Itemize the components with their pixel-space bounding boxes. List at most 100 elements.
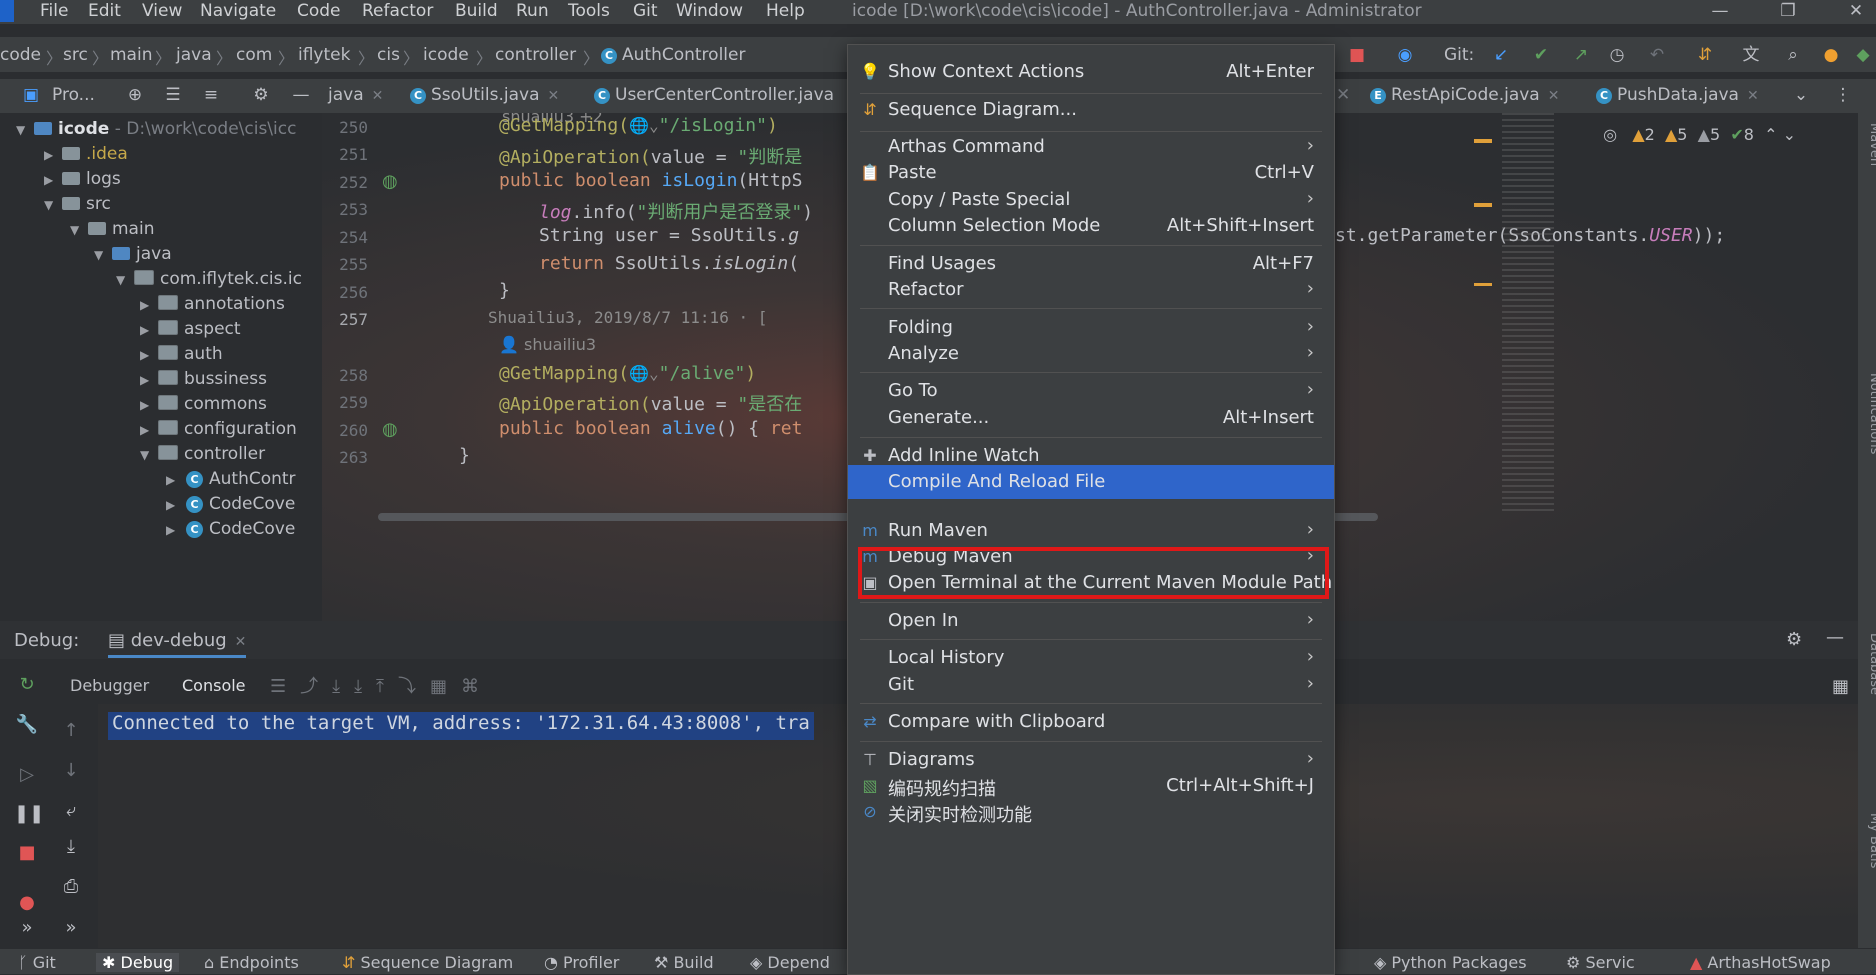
menu-item-open-in[interactable]: Open In › <box>848 606 1334 637</box>
marker-icon[interactable] <box>1474 283 1492 286</box>
debug-step-toolbar[interactable]: ☰⤴⤓⤓⤒⤵▦⌘ <box>270 672 493 698</box>
debug-session-tab[interactable]: ▤ dev-debug ✕ <box>108 630 247 658</box>
collapse-all-icon[interactable]: ≡ <box>200 85 222 107</box>
more-icon[interactable]: » <box>58 915 84 941</box>
endpoint-gutter-icon[interactable]: ◍ <box>382 171 398 192</box>
minimize-icon[interactable]: — <box>1700 0 1740 24</box>
settings-icon[interactable]: ⚙ <box>1786 629 1802 650</box>
rerun-icon[interactable]: ↻ <box>14 672 40 698</box>
print-icon[interactable]: ⎙ <box>58 874 84 900</box>
menu-code[interactable]: Code <box>297 0 341 24</box>
chevron-down-icon[interactable]: ▼ <box>94 248 108 262</box>
tab-debugger[interactable]: Debugger <box>70 676 149 695</box>
menu-tools[interactable]: Tools <box>568 0 610 24</box>
inspection-widget[interactable]: ◎ ▲2 ▲5 ▲5 ✔8 ⌃ ⌄ <box>1603 125 1796 144</box>
chevron-right-icon[interactable]: ▶ <box>166 473 180 487</box>
git-commit-icon[interactable]: ✔ <box>1530 45 1552 67</box>
git-update-icon[interactable]: ↙ <box>1490 45 1512 67</box>
tree-item[interactable]: ▼ icode - D:\work\code\cis\icc <box>16 119 296 145</box>
translate-icon[interactable]: 文 <box>1740 45 1762 67</box>
menu-git[interactable]: Git <box>633 0 658 24</box>
rollback-icon[interactable]: ↶ <box>1646 45 1668 67</box>
menu-item-disable-realtime-check[interactable]: ⊘ 关闭实时检测功能 <box>848 797 1334 828</box>
tool-endpoints[interactable]: ⌂ Endpoints <box>204 953 299 972</box>
chevron-right-icon[interactable]: ▶ <box>140 348 154 362</box>
scroll-end-icon[interactable]: ⤓ <box>58 834 84 860</box>
chevron-right-icon[interactable]: ▶ <box>140 298 154 312</box>
tool-debug[interactable]: ✱ Debug <box>96 953 180 972</box>
menu-item-analyze[interactable]: Analyze › <box>848 339 1334 370</box>
chevron-right-icon[interactable]: ▶ <box>140 373 154 387</box>
menu-window[interactable]: Window <box>676 0 743 24</box>
tree-item[interactable]: ▼ com.iflytek.cis.ic <box>116 269 302 295</box>
tree-item[interactable]: ▶ aspect <box>140 319 241 345</box>
more-icon[interactable]: » <box>14 915 40 941</box>
tree-item[interactable]: ▶ commons <box>140 394 267 420</box>
hide-panel-icon[interactable]: — <box>1826 627 1844 648</box>
tree-item[interactable]: ▶ C CodeCove <box>166 519 295 545</box>
plugin-icon[interactable]: ◆ <box>1852 45 1874 67</box>
menu-item-compile-and-reload-file[interactable]: Compile And Reload File <box>848 465 1334 499</box>
chevron-down-icon[interactable]: ⌄ <box>1783 125 1796 144</box>
breadcrumb-java[interactable]: java <box>176 45 212 65</box>
tree-item[interactable]: ▶ annotations <box>140 294 285 320</box>
sequence-diagram-icon[interactable]: ⇵ <box>1694 45 1716 67</box>
breadcrumb-controller[interactable]: controller <box>495 45 576 65</box>
menu-item-git[interactable]: Git › <box>848 670 1334 701</box>
breadcrumb-iflytek[interactable]: iflytek <box>298 45 350 65</box>
breadcrumb-icode[interactable]: icode <box>423 45 469 65</box>
tree-item[interactable]: ▶ C CodeCove <box>166 494 295 520</box>
search-icon[interactable]: ⌕ <box>1782 45 1804 67</box>
menu-item-refactor[interactable]: Refactor › <box>848 275 1334 306</box>
chevron-down-icon[interactable]: ▼ <box>140 448 154 462</box>
menu-refactor[interactable]: Refactor <box>362 0 433 24</box>
marker-icon[interactable] <box>1474 203 1492 207</box>
tool-build[interactable]: ⚒ Build <box>654 953 714 972</box>
editor-tab[interactable]: C PushData.java ✕ <box>1596 85 1759 105</box>
soft-wrap-icon[interactable]: ⤶ <box>58 798 84 824</box>
tree-item[interactable]: ▼ src <box>44 194 111 220</box>
tree-item[interactable]: ▶ bussiness <box>140 369 267 395</box>
chevron-right-icon[interactable]: ▶ <box>140 423 154 437</box>
tool-git[interactable]: ᚴ Git <box>18 953 56 972</box>
breadcrumb-authcontroller[interactable]: C AuthController <box>601 45 745 65</box>
breadcrumb-src[interactable]: src <box>63 45 88 65</box>
endpoint-gutter-icon[interactable]: ◍ <box>382 419 398 440</box>
chevron-down-icon[interactable]: ▼ <box>44 198 58 212</box>
breadcrumb-cis[interactable]: cis <box>377 45 400 65</box>
chevron-right-icon[interactable]: ▶ <box>140 398 154 412</box>
chevron-down-icon[interactable]: ▼ <box>116 273 130 287</box>
breadcrumb-project[interactable]: code <box>0 45 41 65</box>
tree-item[interactable]: ▶ logs <box>44 169 121 195</box>
more-icon[interactable]: ⋮ <box>1832 85 1854 107</box>
chevron-down-icon[interactable]: ▼ <box>70 223 84 237</box>
breadcrumb-main[interactable]: main <box>110 45 152 65</box>
tree-item[interactable]: ▶ auth <box>140 344 223 370</box>
menu-navigate[interactable]: Navigate <box>200 0 276 24</box>
mybatis-panel-label[interactable]: My Batis <box>1852 813 1876 868</box>
update-icon[interactable]: ◉ <box>1394 45 1416 67</box>
menu-view[interactable]: View <box>142 0 182 24</box>
restore-icon[interactable]: ❐ <box>1768 0 1808 24</box>
stop-icon[interactable]: ■ <box>1346 45 1368 67</box>
expand-all-icon[interactable]: ☰ <box>162 85 184 107</box>
chevron-right-icon[interactable]: ▶ <box>44 173 58 187</box>
chevron-down-icon[interactable]: ▼ <box>16 123 30 137</box>
menu-run[interactable]: Run <box>516 0 549 24</box>
close-tab-icon[interactable]: ✕ <box>1747 88 1759 104</box>
up-icon[interactable]: ↑ <box>58 718 84 744</box>
editor-tab[interactable]: C UserCenterController.java <box>594 85 834 105</box>
chevron-right-icon[interactable]: ▶ <box>166 498 180 512</box>
hide-icon[interactable]: ◎ <box>1603 125 1617 144</box>
menu-file[interactable]: File <box>40 0 68 24</box>
editor-tab[interactable]: java ✕ <box>328 85 383 105</box>
wrench-icon[interactable]: 🔧 <box>14 712 40 738</box>
history-icon[interactable]: ◷ <box>1606 45 1628 67</box>
menu-item-column-selection-mode[interactable]: Column Selection Mode Alt+Shift+Insert <box>848 211 1334 242</box>
layout-icon[interactable]: ▦ <box>1832 676 1849 697</box>
menu-item-generate[interactable]: Generate... Alt+Insert <box>848 403 1334 434</box>
tool-dependencies[interactable]: ◈ Depend <box>750 953 830 972</box>
upgrade-icon[interactable]: ● <box>1820 45 1842 67</box>
chevron-right-icon[interactable]: ▶ <box>166 523 180 537</box>
tree-item[interactable]: ▼ controller <box>140 444 265 470</box>
